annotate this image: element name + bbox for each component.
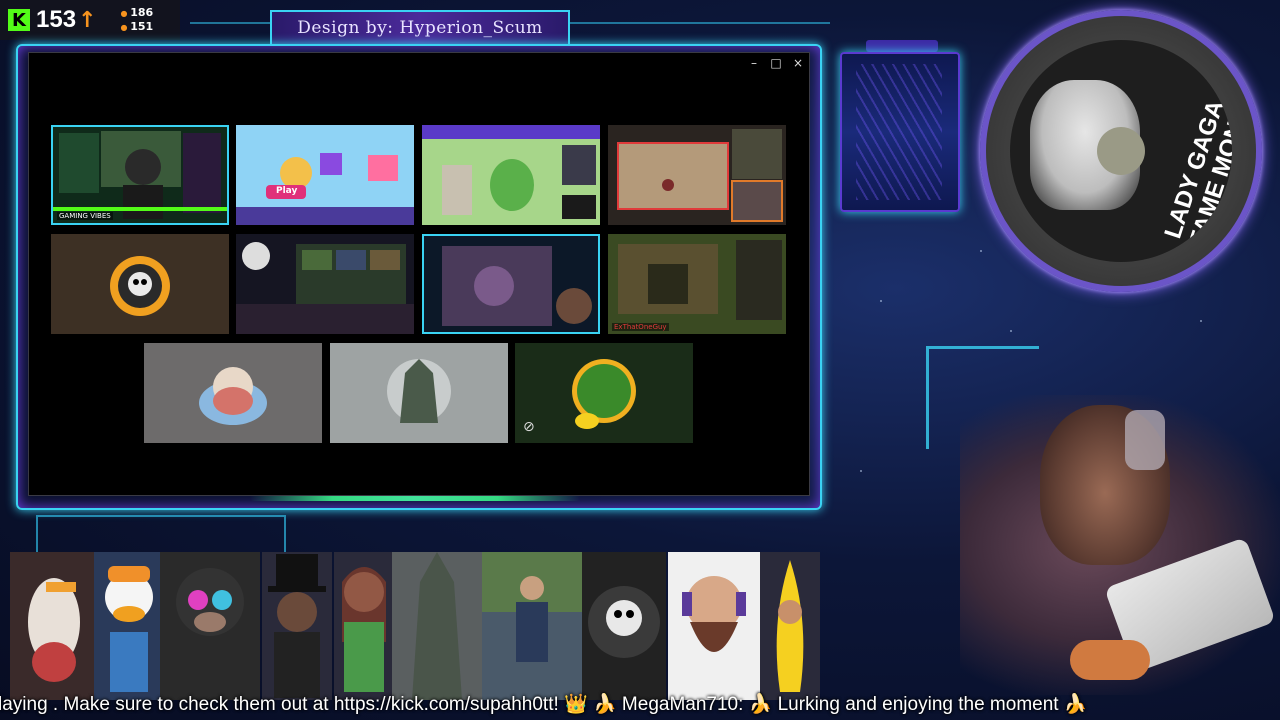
stream-tile-3[interactable] xyxy=(422,125,600,225)
stream-thumbnail xyxy=(608,234,786,334)
dna-frame-cap xyxy=(866,40,938,52)
kick-logo-icon: K xyxy=(8,9,30,31)
maximize-button[interactable]: □ xyxy=(765,53,787,73)
stream-thumbnail xyxy=(53,127,227,223)
chat-ticker: laying . Make sure to check them out at … xyxy=(0,690,1280,720)
arrow-up-icon: ↑ xyxy=(78,7,97,33)
stream-tile-7[interactable] xyxy=(422,234,600,334)
album-title: LADY GAGA FAME MONS+ xyxy=(1159,82,1232,250)
star xyxy=(1010,330,1012,332)
design-credit-banner: Design by: Hyperion_Scum xyxy=(270,10,570,46)
viewer-stats-widget: K 153 ↑ 186 151 xyxy=(0,0,180,40)
avatar-thumbnail xyxy=(144,343,322,443)
emote-top-hat-man xyxy=(262,552,332,700)
star xyxy=(860,470,862,472)
vinyl-center-hole xyxy=(1097,127,1145,175)
stream-thumbnail xyxy=(236,234,414,334)
stream-tile-11[interactable]: ⊘ xyxy=(515,343,693,443)
stream-tile-8[interactable]: ExThatOneGuy xyxy=(608,234,786,334)
secondary-counts: 186 151 xyxy=(120,6,153,34)
window-titlebar: – □ × xyxy=(743,53,809,73)
dna-widget xyxy=(840,52,960,212)
avatar-thumbnail xyxy=(330,343,508,443)
food-item xyxy=(1070,640,1150,680)
emote-rough-riders xyxy=(582,552,666,700)
stream-tile-4[interactable] xyxy=(608,125,786,225)
star xyxy=(880,300,882,302)
browser-window: – □ × GAMING VIBES Play ExThatOneGuy ⊘ xyxy=(28,52,810,496)
star xyxy=(1200,320,1202,322)
hidden-eye-icon[interactable]: ⊘ xyxy=(523,419,535,435)
rough-riders-logo xyxy=(110,256,170,316)
count-top: 186 xyxy=(120,6,153,20)
album-title-block: LADY GAGA FAME MONS+ xyxy=(1159,50,1232,250)
tile-caption: ExThatOneGuy xyxy=(612,323,669,331)
stream-thumbnail xyxy=(422,125,600,225)
tic-ducky-logo xyxy=(515,343,693,443)
stream-tile-9[interactable] xyxy=(144,343,322,443)
stream-tile-1[interactable]: GAMING VIBES xyxy=(51,125,229,225)
emote-monkey xyxy=(160,552,260,700)
star xyxy=(980,250,982,252)
minimize-button[interactable]: – xyxy=(743,53,765,73)
viewer-count: 153 xyxy=(36,6,77,33)
emote-fisherman xyxy=(482,552,582,700)
ticker-text: laying . Make sure to check them out at … xyxy=(0,694,1088,715)
close-button[interactable]: × xyxy=(787,53,809,73)
count-bottom: 151 xyxy=(120,20,153,34)
now-playing-vinyl: LADY GAGA FAME MONS+ xyxy=(980,10,1262,292)
play-label: Play xyxy=(276,186,298,196)
emote-bald-man xyxy=(668,552,760,700)
stream-thumbnail xyxy=(236,125,414,225)
stream-tile-10[interactable] xyxy=(330,343,508,443)
emote-seagull xyxy=(10,552,98,700)
stream-tile-5[interactable] xyxy=(51,234,229,334)
emote-tower xyxy=(392,552,482,700)
stream-tile-2[interactable]: Play xyxy=(236,125,414,225)
stream-thumbnail xyxy=(424,236,598,332)
emote-anime-girl xyxy=(334,552,394,700)
stream-thumbnail xyxy=(608,125,786,225)
headset-icon xyxy=(1125,410,1165,470)
avatar-row-frame xyxy=(36,515,286,555)
emote-duck xyxy=(94,552,164,700)
tile-caption: GAMING VIBES xyxy=(57,212,113,220)
emote-banana xyxy=(760,552,820,700)
album-art: LADY GAGA FAME MONS+ xyxy=(1010,40,1232,262)
stream-tile-6[interactable] xyxy=(236,234,414,334)
